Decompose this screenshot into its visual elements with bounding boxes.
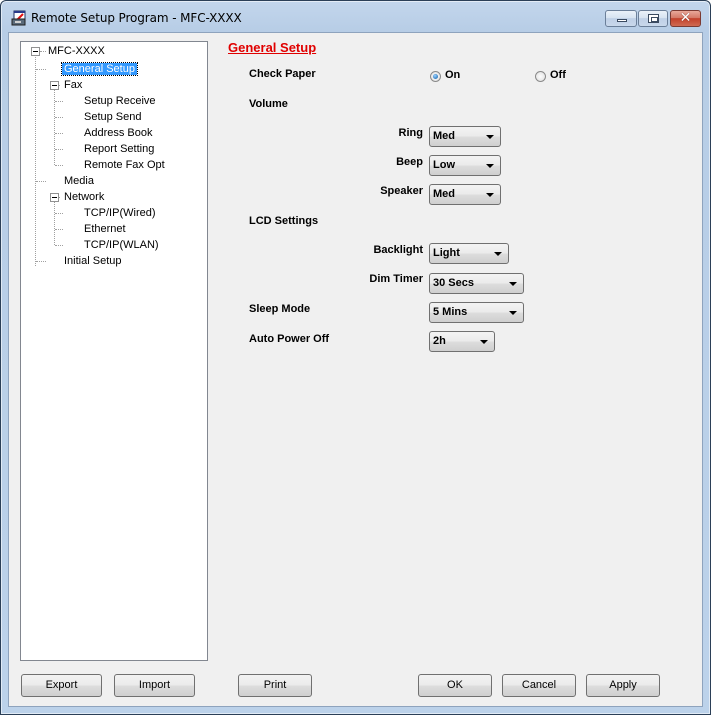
tree-item-label: TCP/IP(WLAN) — [84, 239, 159, 251]
tree-item-label: Network — [64, 191, 105, 203]
maximize-icon — [648, 14, 659, 23]
tree-item-label: TCP/IP(Wired) — [84, 207, 156, 219]
export-button[interactable]: Export — [21, 674, 102, 697]
backlight-select[interactable]: Light — [429, 243, 509, 264]
minimize-button[interactable] — [605, 10, 637, 27]
tree-item-label: Remote Fax Opt — [84, 159, 165, 171]
auto-power-off-value: 2h — [433, 335, 446, 347]
tree-line — [36, 261, 46, 262]
import-button[interactable]: Import — [114, 674, 195, 697]
tree-item-tcpip-wired[interactable]: TCP/IP(Wired) — [82, 206, 158, 221]
beep-label: Beep — [396, 156, 423, 168]
tree-line — [55, 213, 63, 214]
lcd-settings-label: LCD Settings — [249, 215, 319, 227]
tree-item-setup-send[interactable]: Setup Send — [82, 110, 144, 125]
chevron-down-icon — [494, 252, 502, 256]
close-button[interactable]: ✕ — [670, 10, 701, 27]
check-paper-on-radio[interactable] — [430, 71, 441, 82]
section-title: General Setup — [228, 40, 317, 55]
tree-item-label: Media — [64, 175, 94, 187]
close-icon: ✕ — [679, 10, 692, 26]
ring-label: Ring — [398, 127, 423, 139]
cancel-button[interactable]: Cancel — [502, 674, 576, 697]
tree-item-label: General Setup — [61, 62, 138, 76]
tree-item-label: Initial Setup — [64, 255, 122, 267]
tree-line — [55, 165, 63, 166]
tree-line — [36, 69, 46, 70]
tree-item-address-book[interactable]: Address Book — [82, 126, 154, 141]
tree-line — [55, 101, 63, 102]
settings-tree[interactable]: MFC-XXXX General Setup Fax Setup Receive… — [20, 41, 208, 661]
tree-item-label: MFC-XXXX — [48, 45, 105, 57]
speaker-label: Speaker — [380, 185, 423, 197]
chevron-down-icon — [509, 282, 517, 286]
tree-line — [36, 181, 46, 182]
check-paper-on-label[interactable]: On — [445, 69, 460, 81]
chevron-down-icon — [486, 135, 494, 139]
tree-item-remote-fax-opt[interactable]: Remote Fax Opt — [82, 158, 167, 173]
tree-item-initial-setup[interactable]: Initial Setup — [62, 254, 123, 269]
auto-power-off-select[interactable]: 2h — [429, 331, 495, 352]
check-paper-off-label[interactable]: Off — [550, 69, 566, 81]
window-title: Remote Setup Program - MFC-XXXX — [31, 11, 242, 25]
auto-power-off-label: Auto Power Off — [249, 333, 330, 345]
sleep-mode-select[interactable]: 5 Mins — [429, 302, 524, 323]
chevron-down-icon — [486, 164, 494, 168]
tree-line — [55, 229, 63, 230]
apply-button[interactable]: Apply — [586, 674, 660, 697]
collapse-icon[interactable] — [50, 193, 59, 202]
chevron-down-icon — [486, 193, 494, 197]
tree-item-label: Address Book — [84, 127, 153, 139]
collapse-icon[interactable] — [31, 47, 40, 56]
tree-item-tcpip-wlan[interactable]: TCP/IP(WLAN) — [82, 238, 161, 253]
tree-item-label: Setup Send — [84, 111, 142, 123]
maximize-button[interactable] — [638, 10, 668, 27]
client-area: MFC-XXXX General Setup Fax Setup Receive… — [8, 32, 703, 707]
dim-timer-label: Dim Timer — [369, 273, 423, 285]
title-bar[interactable]: Remote Setup Program - MFC-XXXX ✕ — [1, 1, 710, 33]
tree-line — [55, 245, 63, 246]
tree-item-label: Setup Receive — [84, 95, 156, 107]
chevron-down-icon — [480, 340, 488, 344]
tree-item-setup-receive[interactable]: Setup Receive — [82, 94, 158, 109]
print-button[interactable]: Print — [238, 674, 312, 697]
tree-line — [55, 117, 63, 118]
sleep-mode-value: 5 Mins — [433, 306, 468, 318]
beep-select[interactable]: Low — [429, 155, 501, 176]
check-paper-off-radio[interactable] — [535, 71, 546, 82]
tree-item-root[interactable]: MFC-XXXX — [46, 44, 107, 59]
tree-item-label: Report Setting — [84, 143, 155, 155]
remote-setup-window: Remote Setup Program - MFC-XXXX ✕ MFC-XX… — [0, 0, 711, 715]
tree-item-report-setting[interactable]: Report Setting — [82, 142, 156, 157]
dim-timer-value: 30 Secs — [433, 277, 474, 289]
speaker-select[interactable]: Med — [429, 184, 501, 205]
chevron-down-icon — [509, 311, 517, 315]
tree-line — [35, 55, 36, 266]
backlight-value: Light — [433, 247, 460, 259]
ok-button[interactable]: OK — [418, 674, 492, 697]
tree-line — [54, 202, 55, 245]
sleep-mode-label: Sleep Mode — [249, 303, 311, 315]
tree-item-media[interactable]: Media — [62, 174, 96, 189]
tree-line — [55, 133, 63, 134]
check-paper-label: Check Paper — [249, 68, 316, 80]
tree-item-general-setup[interactable]: General Setup — [61, 62, 138, 77]
tree-item-label: Fax — [64, 79, 83, 91]
tree-item-network[interactable]: Network — [62, 190, 106, 205]
speaker-value: Med — [433, 188, 455, 200]
tree-item-fax[interactable]: Fax — [62, 78, 84, 93]
ring-select[interactable]: Med — [429, 126, 501, 147]
beep-value: Low — [433, 159, 455, 171]
minimize-icon — [617, 19, 627, 22]
volume-label: Volume — [249, 98, 288, 110]
collapse-icon[interactable] — [50, 81, 59, 90]
dim-timer-select[interactable]: 30 Secs — [429, 273, 524, 294]
tree-item-label: Ethernet — [84, 223, 126, 235]
tree-line — [55, 149, 63, 150]
printer-fax-icon — [11, 10, 26, 26]
backlight-label: Backlight — [373, 244, 423, 256]
tree-item-ethernet[interactable]: Ethernet — [82, 222, 128, 237]
ring-value: Med — [433, 130, 455, 142]
